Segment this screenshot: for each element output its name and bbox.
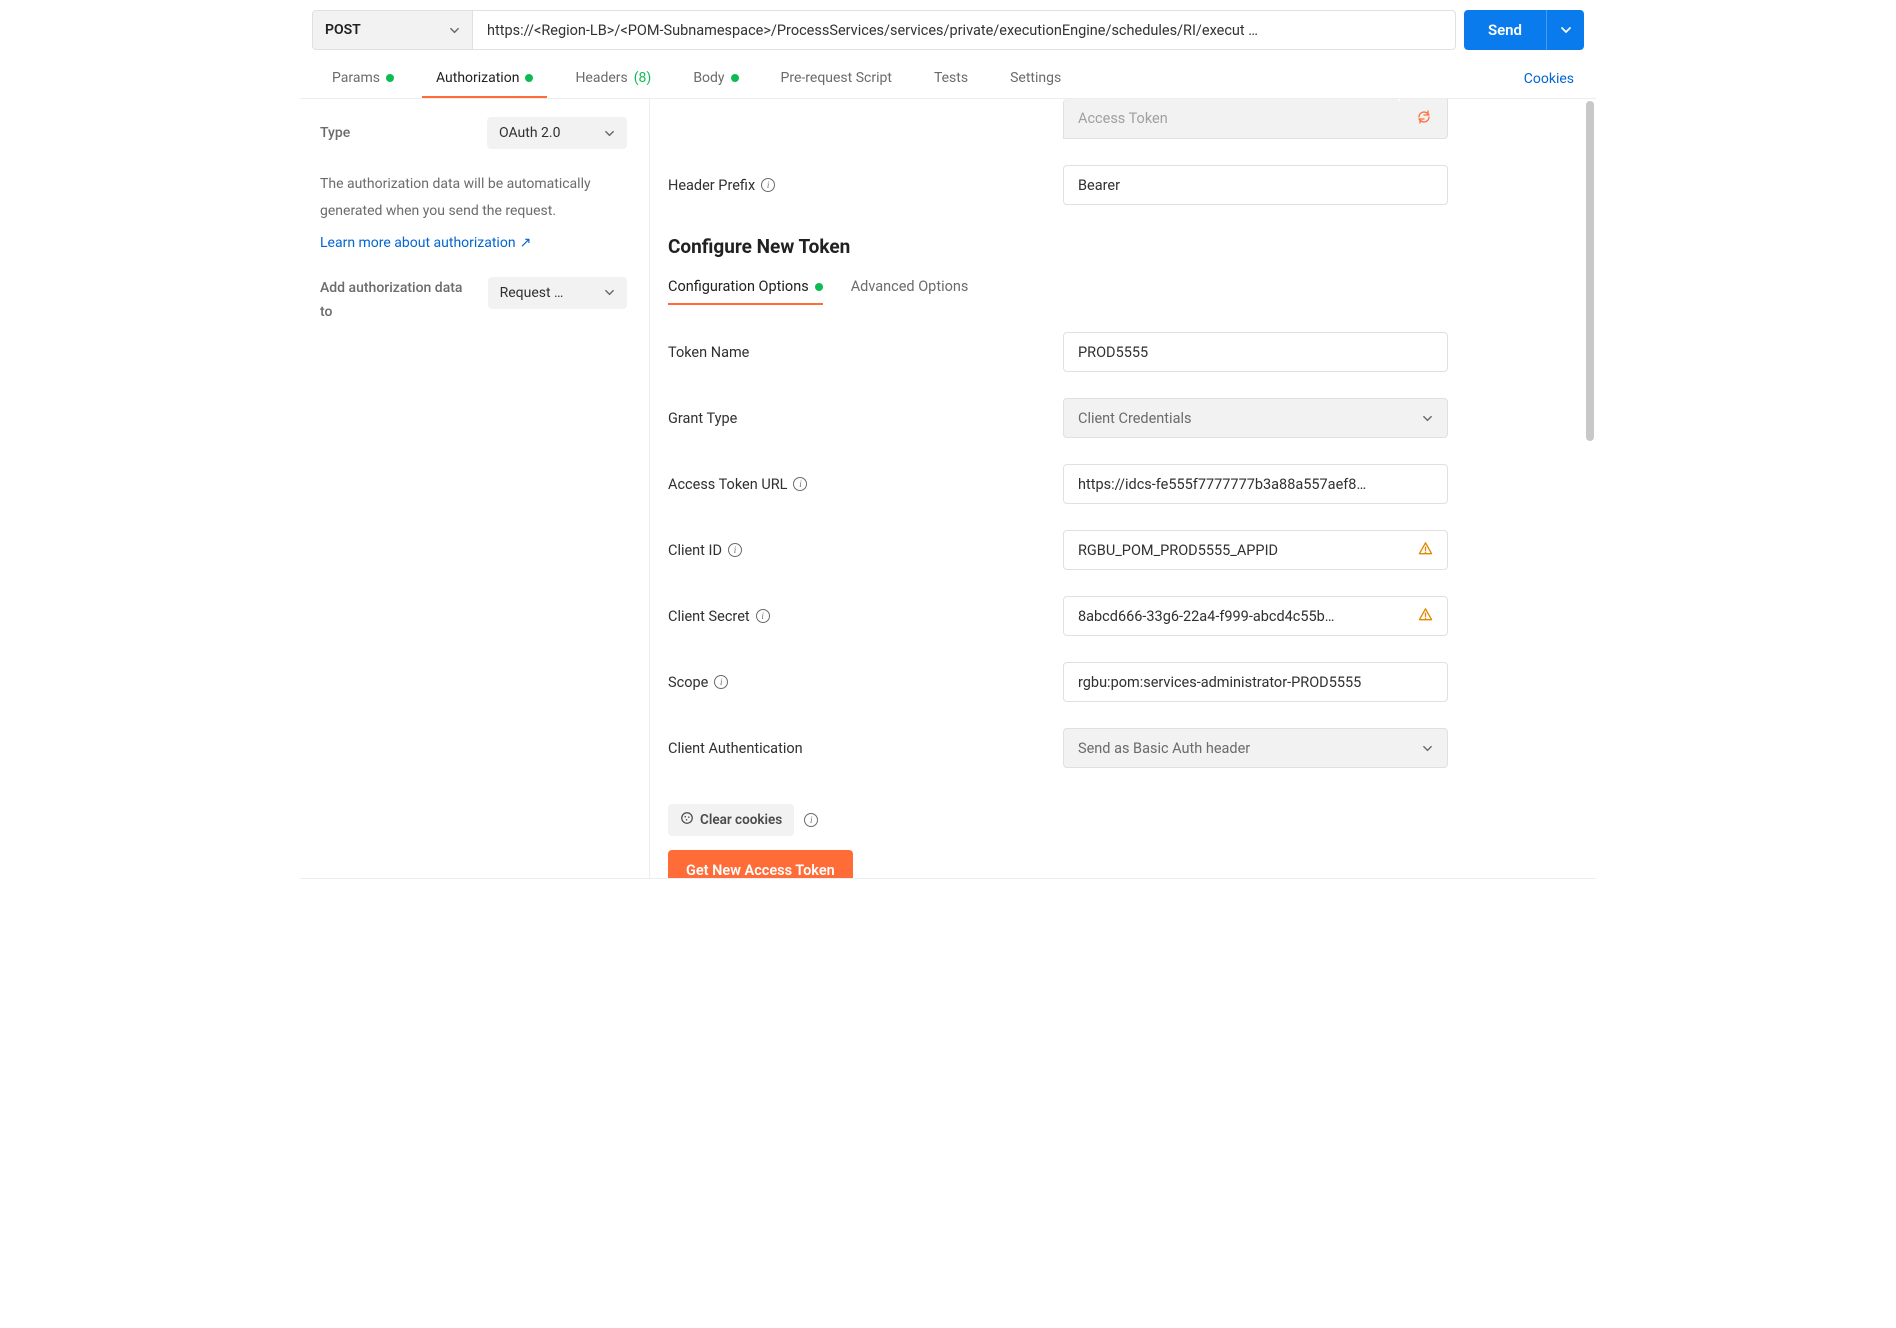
token-name-input[interactable]: PROD5555 [1063, 332, 1448, 372]
chevron-down-icon [1422, 413, 1433, 424]
warning-icon [1418, 541, 1433, 560]
access-token-url-row: Access Token URL i https://idcs-fe555f77… [668, 464, 1578, 504]
tab-authorization[interactable]: Authorization [422, 60, 547, 98]
auth-type-select[interactable]: OAuth 2.0 [487, 117, 627, 149]
client-id-value: RGBU_POM_PROD5555_APPID [1078, 542, 1410, 559]
scope-row: Scope i rgbu:pom:services-administrator-… [668, 662, 1578, 702]
header-prefix-row: Header Prefix i Bearer [668, 165, 1578, 205]
header-prefix-input[interactable]: Bearer [1063, 165, 1448, 205]
access-token-input[interactable]: Access Token [1063, 99, 1400, 139]
grant-type-row: Grant Type Client Credentials [668, 398, 1578, 438]
tab-body[interactable]: Body [679, 60, 752, 98]
scope-input[interactable]: rgbu:pom:services-administrator-PROD5555 [1063, 662, 1448, 702]
access-token-row: Access Token [668, 99, 1578, 139]
header-prefix-label: Header Prefix [668, 177, 755, 194]
tab-pre-request-script[interactable]: Pre-request Script [767, 60, 906, 98]
http-method-value: POST [325, 22, 361, 38]
client-secret-input[interactable]: 8abcd666-33g6-22a4-f999-abcd4c55b… [1063, 596, 1448, 636]
tab-settings[interactable]: Settings [996, 60, 1075, 98]
access-token-url-label: Access Token URL [668, 476, 787, 493]
chevron-down-icon [1422, 743, 1433, 754]
info-icon[interactable]: i [804, 813, 818, 827]
info-icon[interactable]: i [761, 178, 775, 192]
auth-sidebar: Type OAuth 2.0 The authorization data wi… [300, 99, 650, 878]
request-tabs: Params Authorization Headers (8) Body Pr… [300, 60, 1596, 99]
grant-type-value: Client Credentials [1078, 410, 1191, 427]
auth-help-text: The authorization data will be automatic… [320, 171, 627, 224]
chevron-down-icon [604, 287, 615, 298]
chevron-down-icon [604, 128, 615, 139]
request-url-text: https://<Region-LB>/<POM-Subnamespace>/P… [487, 22, 1258, 39]
content-area: Type OAuth 2.0 The authorization data wi… [300, 99, 1596, 879]
token-name-label: Token Name [668, 344, 749, 361]
chevron-down-icon [1560, 24, 1572, 36]
access-token-url-value: https://idcs-fe555f7777777b3a88a557aef8… [1078, 476, 1433, 493]
client-id-label: Client ID [668, 542, 722, 559]
send-button-group: Send [1464, 10, 1584, 50]
client-id-input[interactable]: RGBU_POM_PROD5555_APPID [1063, 530, 1448, 570]
learn-more-link[interactable]: Learn more about authorization ↗ [320, 230, 531, 257]
auth-type-value: OAuth 2.0 [499, 125, 560, 141]
app-container: POST https://<Region-LB>/<POM-Subnamespa… [300, 0, 1596, 879]
info-icon[interactable]: i [793, 477, 807, 491]
add-auth-to-value: Request … [500, 285, 564, 301]
dot-indicator-icon [525, 74, 533, 82]
warning-icon [1418, 607, 1433, 626]
send-button[interactable]: Send [1464, 10, 1546, 50]
cookies-link[interactable]: Cookies [1520, 61, 1578, 97]
client-auth-value: Send as Basic Auth header [1078, 740, 1250, 757]
access-token-url-input[interactable]: https://idcs-fe555f7777777b3a88a557aef8… [1063, 464, 1448, 504]
client-secret-row: Client Secret i 8abcd666-33g6-22a4-f999-… [668, 596, 1578, 636]
tab-configuration-options[interactable]: Configuration Options [668, 270, 823, 305]
send-options-button[interactable] [1546, 10, 1584, 50]
request-url-input[interactable]: https://<Region-LB>/<POM-Subnamespace>/P… [473, 11, 1455, 49]
tab-headers[interactable]: Headers (8) [561, 60, 665, 98]
tab-tests[interactable]: Tests [920, 60, 982, 98]
dot-indicator-icon [815, 283, 823, 291]
add-auth-to-select[interactable]: Request … [488, 277, 627, 309]
configure-new-token-heading: Configure New Token [668, 235, 1578, 258]
scrollbar-thumb[interactable] [1586, 101, 1594, 441]
chevron-down-icon [449, 25, 460, 36]
scrollbar[interactable] [1586, 101, 1595, 521]
token-actions: Clear cookies i Get New Access Token [668, 804, 1578, 878]
dot-indicator-icon [731, 74, 739, 82]
token-sync-button[interactable] [1400, 99, 1448, 139]
scope-label: Scope [668, 674, 708, 691]
external-link-icon: ↗ [520, 230, 532, 257]
client-id-row: Client ID i RGBU_POM_PROD5555_APPID [668, 530, 1578, 570]
client-auth-row: Client Authentication Send as Basic Auth… [668, 728, 1578, 768]
client-secret-label: Client Secret [668, 608, 750, 625]
add-auth-label: Add authorization data to [320, 277, 478, 325]
request-bar: POST https://<Region-LB>/<POM-Subnamespa… [300, 0, 1596, 60]
auth-type-label: Type [320, 125, 350, 141]
add-auth-row: Add authorization data to Request … [320, 277, 627, 325]
tab-advanced-options[interactable]: Advanced Options [851, 270, 969, 305]
clear-cookies-button[interactable]: Clear cookies [668, 804, 794, 836]
grant-type-label: Grant Type [668, 410, 737, 427]
http-method-select[interactable]: POST [313, 11, 473, 49]
dot-indicator-icon [386, 74, 394, 82]
auth-form: Access Token Header Prefix i Bearer [650, 99, 1596, 878]
cookie-icon [680, 811, 694, 829]
info-icon[interactable]: i [728, 543, 742, 557]
header-prefix-value: Bearer [1078, 177, 1433, 194]
scope-value: rgbu:pom:services-administrator-PROD5555 [1078, 674, 1433, 691]
info-icon[interactable]: i [714, 675, 728, 689]
client-auth-label: Client Authentication [668, 740, 803, 757]
tab-params[interactable]: Params [318, 60, 408, 98]
client-auth-select[interactable]: Send as Basic Auth header [1063, 728, 1448, 768]
get-new-access-token-button[interactable]: Get New Access Token [668, 850, 853, 878]
access-token-placeholder: Access Token [1078, 110, 1386, 127]
sync-icon [1416, 109, 1432, 129]
token-config-tabs: Configuration Options Advanced Options [668, 270, 1578, 306]
info-icon[interactable]: i [756, 609, 770, 623]
client-secret-value: 8abcd666-33g6-22a4-f999-abcd4c55b… [1078, 608, 1410, 625]
method-url-group: POST https://<Region-LB>/<POM-Subnamespa… [312, 10, 1456, 50]
token-name-row: Token Name PROD5555 [668, 332, 1578, 372]
grant-type-select[interactable]: Client Credentials [1063, 398, 1448, 438]
auth-type-row: Type OAuth 2.0 [320, 117, 627, 149]
token-name-value: PROD5555 [1078, 344, 1433, 361]
